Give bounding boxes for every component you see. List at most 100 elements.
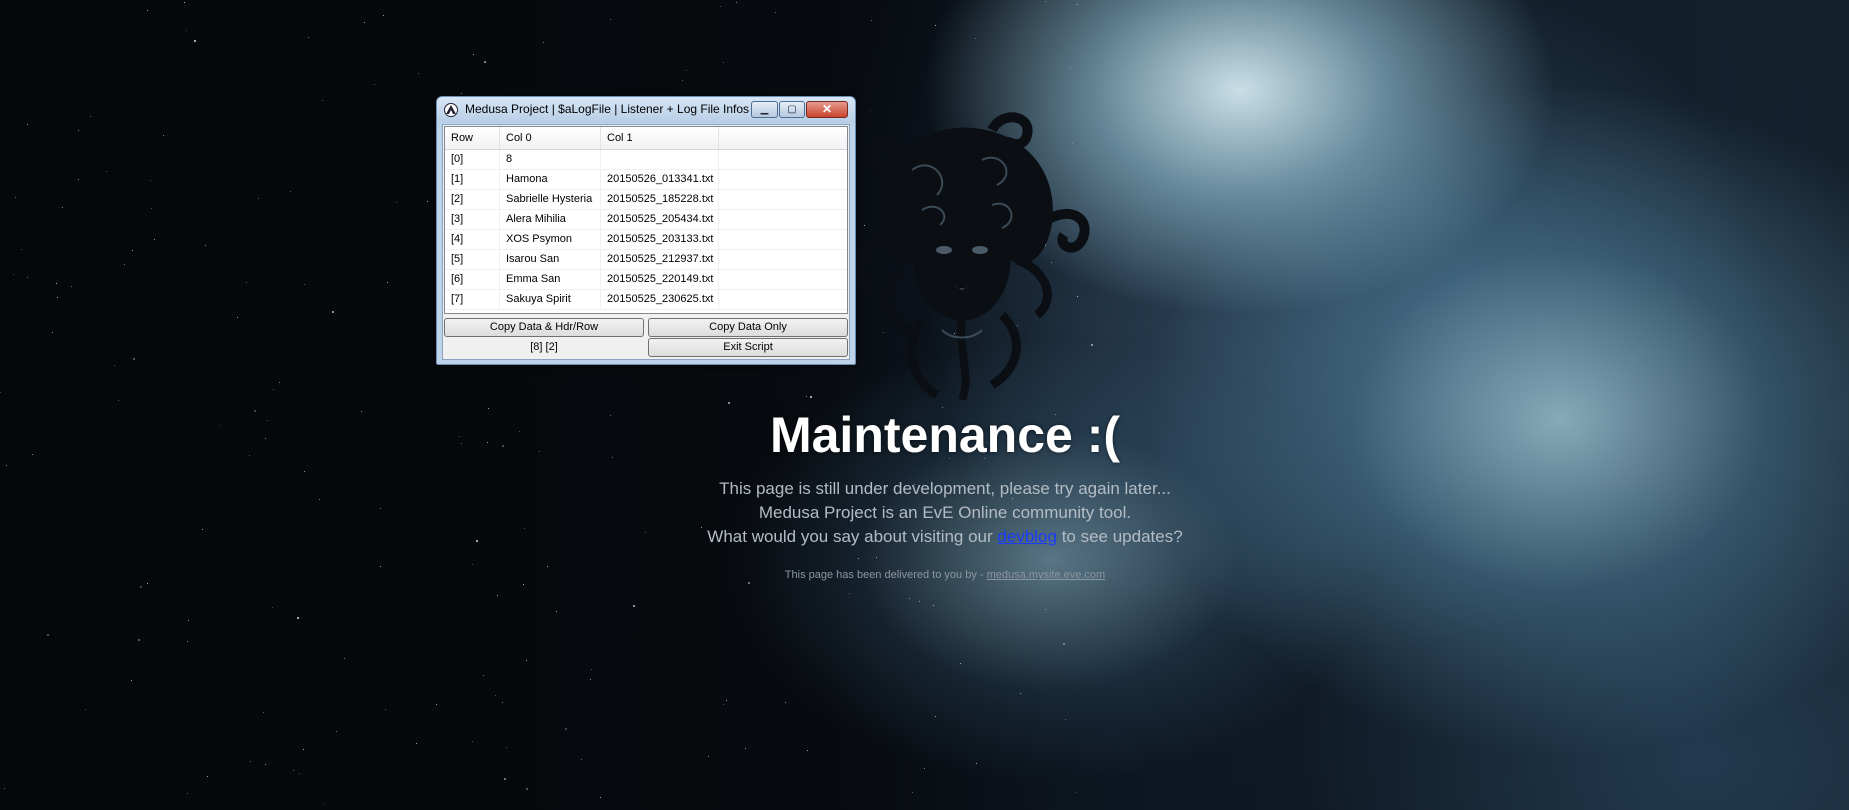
- star: [744, 748, 746, 750]
- table-row[interactable]: [5] Isarou San 20150525_212937.txt: [445, 250, 847, 270]
- table-row[interactable]: [6] Emma San 20150525_220149.txt: [445, 270, 847, 290]
- star: [299, 773, 301, 775]
- star: [487, 442, 489, 444]
- star: [187, 793, 189, 795]
- star: [14, 197, 16, 199]
- star: [272, 388, 274, 390]
- star: [501, 445, 504, 448]
- array-dimensions-label: [8] [2]: [530, 341, 558, 353]
- maintenance-content: Maintenance :( This page is still under …: [630, 405, 1260, 581]
- table-row[interactable]: [7] Sakuya Spirit 20150525_230625.txt: [445, 290, 847, 310]
- cell-col1: 20150525_203133.txt: [601, 230, 719, 249]
- log-file-infos-window: Medusa Project | $aLogFile | Listener + …: [436, 96, 856, 365]
- star: [539, 451, 541, 453]
- star: [436, 703, 438, 705]
- cell-col1: [601, 150, 719, 169]
- star: [415, 742, 417, 744]
- cell-col0: Isarou San: [500, 250, 601, 269]
- star: [774, 11, 776, 13]
- table-row[interactable]: [0] 8: [445, 150, 847, 170]
- star: [810, 396, 813, 399]
- star: [52, 331, 54, 333]
- log-list-view[interactable]: Row Col 0 Col 1 [0] 8 [1] Hamona 20150526_01…: [444, 126, 848, 314]
- star: [307, 37, 309, 39]
- star: [590, 679, 592, 681]
- cell-col0: XOS Psymon: [500, 230, 601, 249]
- star: [505, 747, 507, 749]
- star: [525, 659, 527, 661]
- star: [89, 115, 91, 117]
- star: [154, 239, 156, 241]
- star: [373, 84, 375, 86]
- autoit-icon: [444, 103, 458, 117]
- table-row[interactable]: [4] XOS Psymon 20150525_203133.txt: [445, 230, 847, 250]
- star: [504, 778, 507, 781]
- star: [202, 529, 204, 531]
- copy-data-hdr-row-button[interactable]: Copy Data & Hdr/Row: [444, 318, 644, 337]
- star: [633, 605, 636, 608]
- column-header-col0[interactable]: Col 0: [500, 127, 601, 149]
- star: [26, 124, 28, 126]
- cell-row-index: [7]: [445, 290, 500, 309]
- star: [382, 14, 384, 16]
- star: [47, 633, 50, 636]
- star: [262, 711, 264, 713]
- maximize-button[interactable]: ▢: [779, 101, 805, 118]
- star: [471, 564, 473, 566]
- list-header: Row Col 0 Col 1: [445, 127, 847, 150]
- exit-script-button[interactable]: Exit Script: [648, 338, 848, 357]
- star: [266, 420, 268, 422]
- devblog-text-before: What would you say about visiting our: [707, 527, 998, 546]
- cell-col0: Sabrielle Hysteria: [500, 190, 601, 209]
- star: [137, 638, 140, 641]
- close-button[interactable]: ✕: [806, 101, 848, 118]
- star: [149, 180, 151, 182]
- star: [1074, 791, 1076, 793]
- star: [360, 410, 362, 412]
- cell-row-index: [2]: [445, 190, 500, 209]
- star: [911, 792, 913, 794]
- star: [106, 170, 108, 172]
- star: [482, 674, 484, 676]
- table-row[interactable]: [1] Hamona 20150526_013341.txt: [445, 170, 847, 190]
- maintenance-message: This page is still under development, pl…: [719, 479, 1171, 498]
- cell-row-index: [6]: [445, 270, 500, 289]
- copy-data-only-button[interactable]: Copy Data Only: [648, 318, 848, 337]
- cell-row-index: [1]: [445, 170, 500, 189]
- star: [249, 455, 251, 457]
- column-header-row[interactable]: Row: [445, 127, 500, 149]
- star: [131, 680, 133, 682]
- star: [32, 453, 34, 455]
- star: [151, 207, 153, 209]
- credit-link[interactable]: medusa.mysite.eve.com: [987, 569, 1106, 581]
- cell-row-index: [4]: [445, 230, 500, 249]
- star: [62, 206, 64, 208]
- cell-col0: Alera Mihilia: [500, 210, 601, 229]
- star: [543, 41, 545, 43]
- star: [525, 788, 528, 791]
- desktop-background: Medusa Project | $aLogFile | Listener + …: [0, 0, 1849, 810]
- star: [728, 401, 731, 404]
- star: [501, 702, 503, 704]
- title-bar[interactable]: Medusa Project | $aLogFile | Listener + …: [437, 97, 855, 123]
- star: [264, 763, 266, 765]
- devblog-link[interactable]: devblog: [997, 527, 1057, 546]
- minimize-button[interactable]: ▁: [751, 101, 778, 118]
- star: [27, 276, 29, 278]
- column-header-col1[interactable]: Col 1: [601, 127, 719, 149]
- star: [1069, 66, 1071, 68]
- star: [599, 796, 601, 798]
- table-row[interactable]: [2] Sabrielle Hysteria 20150525_185228.txt: [445, 190, 847, 210]
- cell-col1: 20150526_013341.txt: [601, 170, 719, 189]
- star: [484, 60, 487, 63]
- table-row[interactable]: [3] Alera Mihilia 20150525_205434.txt: [445, 210, 847, 230]
- cell-col1: 20150525_212937.txt: [601, 250, 719, 269]
- star: [807, 750, 809, 752]
- window-client-area: Row Col 0 Col 1 [0] 8 [1] Hamona 20150526_01…: [442, 124, 850, 360]
- star: [385, 708, 387, 710]
- star: [220, 424, 222, 426]
- cell-col0: Sakuya Spirit: [500, 290, 601, 309]
- star: [1045, 608, 1047, 610]
- star: [784, 702, 786, 704]
- star: [271, 607, 273, 609]
